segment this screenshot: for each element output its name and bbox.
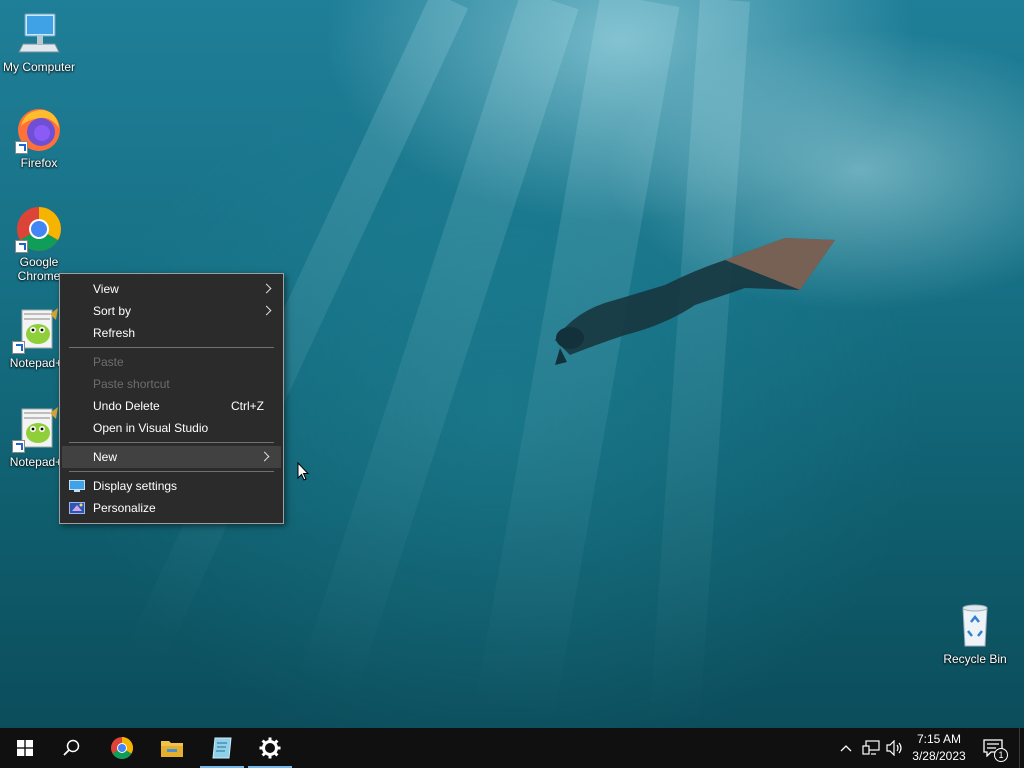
clock-date: 3/28/2023 [912, 749, 966, 763]
chevron-right-icon [259, 451, 270, 462]
menu-item-paste-shortcut: Paste shortcut [60, 373, 283, 395]
recycle-bin-icon [951, 602, 999, 650]
speaker-icon [886, 740, 902, 756]
personalize-icon [69, 502, 85, 514]
shortcut-arrow-icon [15, 240, 28, 253]
gear-icon [259, 737, 281, 759]
taskbar-settings-button[interactable] [246, 728, 294, 768]
desktop-icon-label: Firefox [20, 156, 58, 170]
chrome-icon [111, 737, 133, 759]
menu-item-label: Paste [93, 355, 124, 369]
desktop-icon-google-chrome[interactable]: Google Chrome [1, 205, 77, 283]
volume-button[interactable] [884, 728, 906, 768]
menu-item-label: Paste shortcut [93, 377, 170, 391]
notepad-icon [212, 737, 232, 759]
menu-item-sort-by[interactable]: Sort by [60, 300, 283, 322]
show-desktop-button[interactable] [1019, 728, 1024, 768]
menu-separator [69, 442, 274, 443]
search-icon [63, 739, 80, 756]
firefox-icon [15, 106, 63, 154]
show-hidden-icons-button[interactable] [836, 728, 856, 768]
chevron-up-icon [840, 745, 852, 752]
taskbar: 7:15 AM 3/28/2023 1 [0, 728, 1024, 768]
menu-separator [69, 471, 274, 472]
menu-item-shortcut: Ctrl+Z [231, 399, 264, 413]
notepad-plus-plus-icon [12, 405, 60, 453]
chevron-right-icon [261, 283, 272, 294]
clock-time: 7:15 AM [916, 732, 962, 746]
menu-item-label: Open in Visual Studio [93, 421, 209, 435]
desktop-icon-firefox[interactable]: Firefox [1, 106, 77, 170]
menu-item-open-in-visual-studio[interactable]: Open in Visual Studio [60, 417, 283, 439]
clock-button[interactable]: 7:15 AM 3/28/2023 [908, 728, 970, 768]
taskbar-file-explorer-button[interactable] [148, 728, 196, 768]
shortcut-arrow-icon [15, 141, 28, 154]
network-icon [862, 740, 880, 755]
menu-item-label: Sort by [93, 304, 132, 318]
menu-item-label: Personalize [93, 501, 156, 515]
menu-item-label: Refresh [93, 326, 136, 340]
menu-item-display-settings[interactable]: Display settings [60, 475, 283, 497]
display-settings-icon [69, 480, 85, 492]
taskbar-chrome-button[interactable] [98, 728, 146, 768]
shortcut-arrow-icon [12, 341, 25, 354]
mouse-cursor-icon [297, 462, 309, 481]
menu-item-label: New [93, 450, 118, 464]
taskbar-notepad-button[interactable] [198, 728, 246, 768]
network-status-button[interactable] [859, 728, 883, 768]
desktop-icon-recycle-bin[interactable]: Recycle Bin [937, 602, 1013, 666]
windows-logo-icon [17, 740, 33, 756]
notification-count-badge: 1 [994, 748, 1008, 762]
start-button[interactable] [0, 728, 48, 768]
menu-item-personalize[interactable]: Personalize [60, 497, 283, 519]
notification-count: 1 [998, 750, 1004, 760]
desktop-icon-label: Recycle Bin [943, 652, 1007, 666]
menu-item-label: View [93, 282, 119, 296]
folder-icon [161, 741, 183, 757]
search-button[interactable] [48, 728, 96, 768]
menu-item-view[interactable]: View [60, 278, 283, 300]
menu-item-paste: Paste [60, 351, 283, 373]
menu-item-new[interactable]: New [62, 446, 281, 468]
menu-item-label: Display settings [93, 479, 178, 493]
menu-item-label: Undo Delete [93, 399, 160, 413]
desktop-icon-label: My Computer [2, 60, 76, 74]
shortcut-arrow-icon [12, 440, 25, 453]
menu-separator [69, 347, 274, 348]
menu-item-undo-delete[interactable]: Undo Delete Ctrl+Z [60, 395, 283, 417]
notifications-button[interactable]: 1 [976, 728, 1016, 768]
chevron-right-icon [261, 305, 272, 316]
desktop-context-menu: View Sort by Refresh Paste Paste shortcu… [59, 273, 284, 524]
menu-item-refresh[interactable]: Refresh [60, 322, 283, 344]
notepad-plus-plus-icon [12, 306, 60, 354]
chrome-icon [15, 205, 63, 253]
diver-silhouette [555, 238, 835, 365]
desktop-icon-my-computer[interactable]: My Computer [1, 10, 77, 74]
monitor-icon [15, 10, 63, 58]
